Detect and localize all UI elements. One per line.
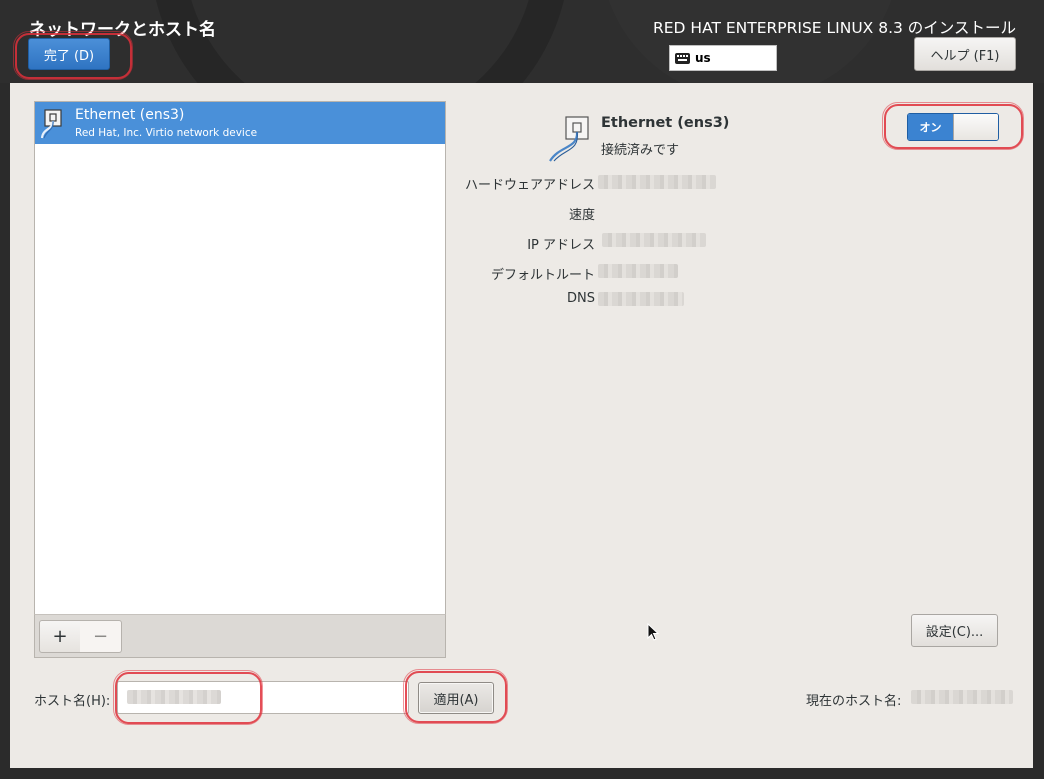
annotation-toggle [882, 102, 1024, 150]
annotation-done-button [13, 31, 133, 80]
dns-label: DNS [567, 291, 595, 306]
header-bar: ネットワークとホスト名 RED HAT ENTERPRISE LINUX 8.3… [0, 0, 1044, 83]
current-hostname-value-redacted [911, 690, 1013, 704]
default-route-value-redacted [598, 264, 678, 278]
device-list-toolbar: + − [34, 614, 446, 658]
device-name: Ethernet (ens3) [75, 107, 185, 123]
current-hostname-label: 現在のホスト名: [806, 694, 902, 709]
default-route-label: デフォルトルート [490, 268, 595, 283]
header-decoration [150, 0, 570, 83]
network-cable-icon [549, 116, 589, 162]
add-device-button[interactable]: + [39, 620, 81, 653]
network-cable-icon [40, 109, 62, 139]
device-row-ens3[interactable]: Ethernet (ens3) Red Hat, Inc. Virtio net… [35, 102, 445, 144]
speed-label: 速度 [568, 208, 595, 223]
keyboard-layout-indicator[interactable]: us [669, 45, 777, 71]
keyboard-icon [675, 52, 690, 64]
hw-address-value-redacted [598, 175, 716, 189]
mouse-cursor-icon [647, 623, 660, 641]
settings-button[interactable]: 設定(C)... [911, 614, 998, 647]
device-description: Red Hat, Inc. Virtio network device [75, 127, 258, 139]
keyboard-layout-label: us [695, 51, 711, 65]
product-title: RED HAT ENTERPRISE LINUX 8.3 のインストール [652, 19, 1016, 37]
ip-address-value-redacted [602, 233, 706, 247]
connection-status: 接続済みです [601, 143, 680, 158]
annotation-apply-button [403, 669, 508, 724]
device-list[interactable]: Ethernet (ens3) Red Hat, Inc. Virtio net… [34, 101, 446, 657]
connection-name: Ethernet (ens3) [601, 115, 730, 131]
remove-device-button[interactable]: − [80, 620, 122, 653]
network-panel: Ethernet (ens3) Red Hat, Inc. Virtio net… [10, 83, 1033, 768]
hw-address-label: ハードウェアアドレス [464, 178, 595, 193]
ip-address-label: IP アドレス [527, 238, 595, 253]
dns-value-redacted [598, 292, 684, 306]
help-button[interactable]: ヘルプ (F1) [914, 37, 1016, 71]
hostname-label: ホスト名(H): [34, 694, 111, 709]
annotation-hostname [113, 670, 263, 725]
